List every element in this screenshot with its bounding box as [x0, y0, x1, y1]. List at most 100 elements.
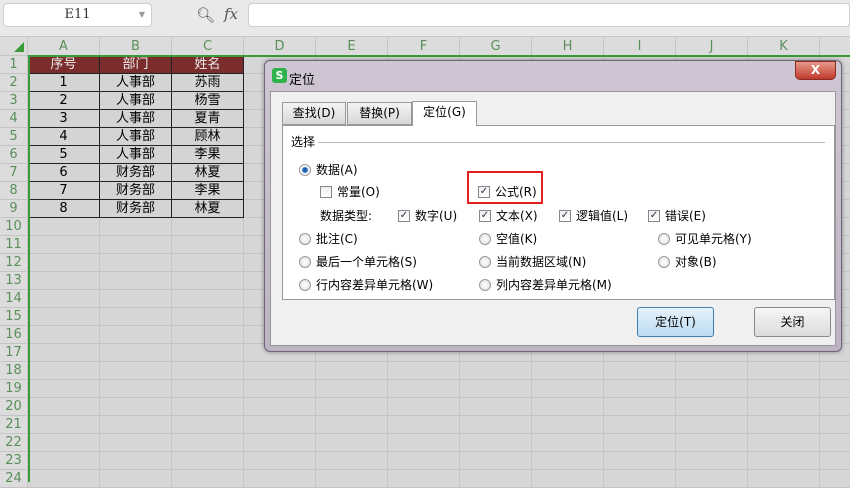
dropdown-arrow-icon[interactable]: ▼: [139, 4, 145, 26]
table-cell[interactable]: 杨雪: [172, 92, 244, 110]
cell[interactable]: [820, 362, 850, 380]
cell[interactable]: [604, 452, 676, 470]
checkbox-constant[interactable]: 常量(O): [320, 183, 380, 200]
column-header[interactable]: E: [316, 37, 388, 56]
cell[interactable]: [100, 344, 172, 362]
column-header[interactable]: B: [100, 37, 172, 56]
table-cell[interactable]: 夏青: [172, 110, 244, 128]
column-header[interactable]: G: [460, 37, 532, 56]
cell[interactable]: [244, 470, 316, 488]
column-header[interactable]: C: [172, 37, 244, 56]
cell[interactable]: [100, 398, 172, 416]
row-header[interactable]: 20: [0, 398, 28, 416]
cell[interactable]: [532, 452, 604, 470]
cell[interactable]: [28, 218, 100, 236]
cell[interactable]: [388, 380, 460, 398]
table-cell[interactable]: 林夏: [172, 164, 244, 182]
cell[interactable]: [820, 452, 850, 470]
cell[interactable]: [28, 326, 100, 344]
column-header[interactable]: A: [28, 37, 100, 56]
row-header[interactable]: 8: [0, 182, 28, 200]
cell[interactable]: [316, 434, 388, 452]
cell[interactable]: [28, 416, 100, 434]
table-cell[interactable]: 2: [28, 92, 100, 110]
cell[interactable]: [748, 416, 820, 434]
cell[interactable]: [100, 470, 172, 488]
name-box[interactable]: E11 ▼: [3, 3, 152, 27]
cell[interactable]: [100, 218, 172, 236]
table-cell[interactable]: 人事部: [100, 110, 172, 128]
cell[interactable]: [460, 470, 532, 488]
table-cell[interactable]: 人事部: [100, 92, 172, 110]
row-header[interactable]: 3: [0, 92, 28, 110]
table-cell[interactable]: 人事部: [100, 146, 172, 164]
checkbox-text[interactable]: ✓ 文本(X): [479, 207, 538, 224]
cell[interactable]: [100, 254, 172, 272]
cell[interactable]: [316, 362, 388, 380]
row-header[interactable]: 1: [0, 56, 28, 74]
cell[interactable]: [28, 308, 100, 326]
cell[interactable]: [172, 236, 244, 254]
table-cell[interactable]: 财务部: [100, 164, 172, 182]
cell[interactable]: [388, 434, 460, 452]
column-header[interactable]: K: [748, 37, 820, 56]
fx-icon[interactable]: fx: [224, 5, 238, 23]
table-cell[interactable]: 财务部: [100, 182, 172, 200]
cell[interactable]: [100, 416, 172, 434]
cell[interactable]: [244, 452, 316, 470]
cell[interactable]: [28, 470, 100, 488]
column-header[interactable]: H: [532, 37, 604, 56]
cell[interactable]: [172, 398, 244, 416]
row-header[interactable]: 9: [0, 200, 28, 218]
cell[interactable]: [28, 254, 100, 272]
row-header[interactable]: 6: [0, 146, 28, 164]
cell[interactable]: [100, 290, 172, 308]
row-header[interactable]: 7: [0, 164, 28, 182]
cell[interactable]: [676, 362, 748, 380]
cell[interactable]: [316, 416, 388, 434]
cell[interactable]: [676, 434, 748, 452]
row-header[interactable]: 14: [0, 290, 28, 308]
goto-button[interactable]: 定位(T): [637, 307, 714, 337]
cell[interactable]: [172, 272, 244, 290]
cell[interactable]: [172, 344, 244, 362]
table-header-cell[interactable]: 序号: [28, 56, 100, 74]
radio-row-differences[interactable]: 行内容差异单元格(W): [299, 276, 433, 293]
row-header[interactable]: 18: [0, 362, 28, 380]
cell[interactable]: [172, 434, 244, 452]
cell[interactable]: [244, 416, 316, 434]
column-header[interactable]: I: [604, 37, 676, 56]
radio-blanks[interactable]: 空值(K): [479, 230, 537, 247]
row-header[interactable]: 11: [0, 236, 28, 254]
radio-last-cell[interactable]: 最后一个单元格(S): [299, 253, 417, 270]
cell[interactable]: [820, 380, 850, 398]
select-all-corner[interactable]: [0, 37, 28, 56]
cell[interactable]: [28, 272, 100, 290]
cell[interactable]: [388, 416, 460, 434]
table-cell[interactable]: 李果: [172, 146, 244, 164]
cell[interactable]: [748, 398, 820, 416]
table-cell[interactable]: 人事部: [100, 128, 172, 146]
column-header[interactable]: D: [244, 37, 316, 56]
row-header[interactable]: 17: [0, 344, 28, 362]
cell[interactable]: [748, 434, 820, 452]
row-header[interactable]: 21: [0, 416, 28, 434]
radio-data[interactable]: 数据(A): [299, 161, 358, 178]
row-header[interactable]: 24: [0, 470, 28, 488]
table-header-cell[interactable]: 姓名: [172, 56, 244, 74]
cell[interactable]: [748, 452, 820, 470]
cell[interactable]: [388, 362, 460, 380]
cell[interactable]: [460, 452, 532, 470]
cell[interactable]: [676, 452, 748, 470]
row-header[interactable]: 2: [0, 74, 28, 92]
cell[interactable]: [244, 398, 316, 416]
cell[interactable]: [604, 398, 676, 416]
table-cell[interactable]: 1: [28, 74, 100, 92]
cell[interactable]: [28, 434, 100, 452]
row-header[interactable]: 15: [0, 308, 28, 326]
cell[interactable]: [172, 290, 244, 308]
cell[interactable]: [100, 380, 172, 398]
cell[interactable]: [100, 236, 172, 254]
column-header[interactable]: [820, 37, 850, 56]
cell[interactable]: [28, 344, 100, 362]
